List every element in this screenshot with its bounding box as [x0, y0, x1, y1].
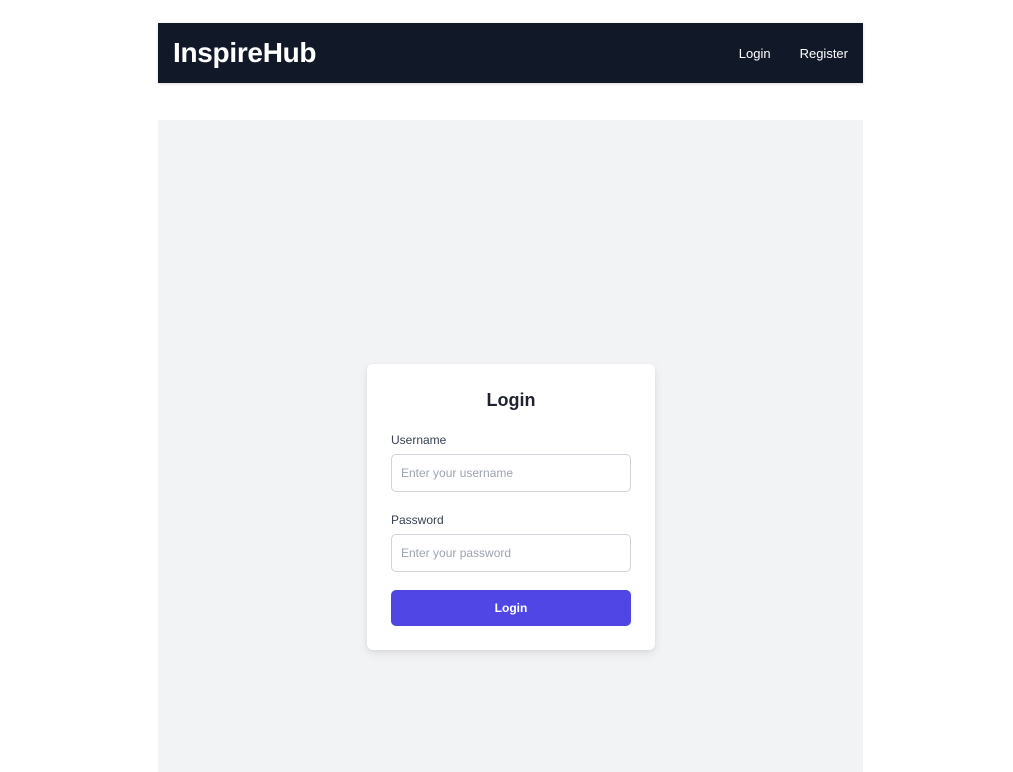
- password-input[interactable]: [391, 534, 631, 572]
- nav-links: Login Register: [739, 46, 848, 61]
- main-content: Login Username Password Login: [158, 120, 863, 772]
- login-submit-button[interactable]: Login: [391, 590, 631, 626]
- login-title: Login: [486, 390, 536, 410]
- login-card: Login Username Password Login: [367, 364, 655, 650]
- username-input[interactable]: [391, 454, 631, 492]
- nav-register-link[interactable]: Register: [800, 46, 848, 61]
- top-navbar: InspireHub Login Register: [158, 23, 863, 83]
- password-label: Password: [391, 513, 444, 527]
- username-label: Username: [391, 433, 447, 447]
- brand-logo[interactable]: InspireHub: [173, 37, 317, 69]
- nav-login-link[interactable]: Login: [739, 46, 771, 61]
